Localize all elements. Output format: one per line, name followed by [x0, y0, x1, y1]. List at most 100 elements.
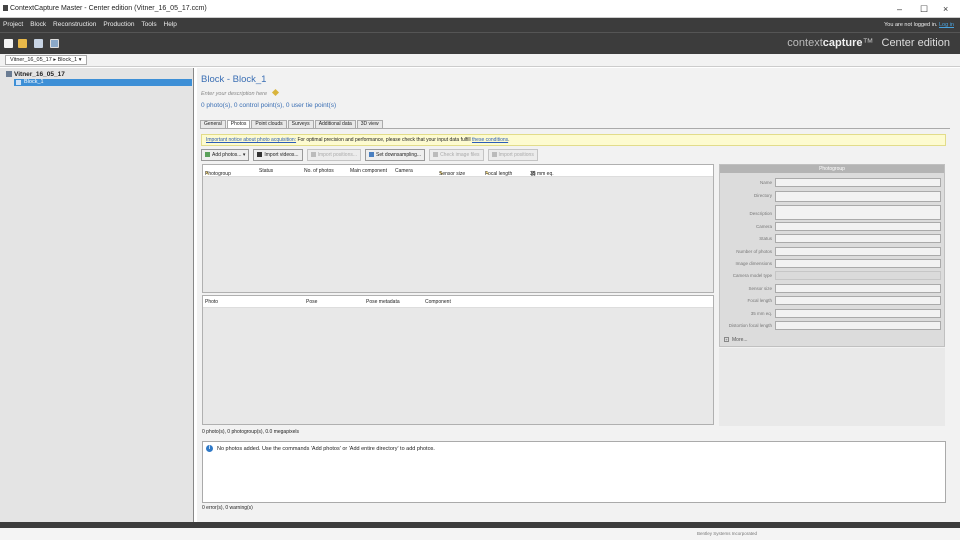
conditions-link[interactable]: these conditions	[472, 137, 508, 143]
distortion-focal-length-field[interactable]	[775, 321, 941, 330]
warning-prefix: Important notice about photo acquisition…	[206, 137, 297, 143]
name-field[interactable]	[775, 178, 941, 187]
tab-bar: General Photos Point clouds Surveys Addition…	[200, 120, 384, 129]
menu-production[interactable]: Production	[103, 18, 134, 32]
menu-block[interactable]: Block	[30, 18, 46, 32]
column-camera[interactable]: Camera	[395, 168, 413, 174]
photos-summary: 0 photo(s), 0 photogroup(s), 0.0 megapix…	[202, 429, 299, 435]
tab-additional-data[interactable]: Additional data	[314, 120, 356, 128]
tab-point-clouds[interactable]: Point clouds	[251, 120, 287, 128]
camera-model-type-select[interactable]	[775, 271, 941, 280]
image-dimensions-field[interactable]	[775, 259, 941, 268]
more-toggle[interactable]: + More...	[724, 337, 748, 343]
video-icon	[257, 152, 263, 157]
field-label-focal-length: Focal length	[747, 298, 772, 303]
brand-bold: capture	[822, 37, 863, 49]
set-downsampling-label: Set downsampling...	[376, 152, 422, 158]
photos-table[interactable]: Photo Pose Pose metadata Component	[202, 295, 714, 425]
title-bar: ContextCapture Master - Center edition (…	[0, 0, 960, 18]
maximize-icon[interactable]: ☐	[920, 4, 928, 15]
menu-reconstruction[interactable]: Reconstruction	[53, 18, 96, 32]
directory-field[interactable]	[775, 191, 941, 202]
login-link[interactable]: Log in	[939, 22, 954, 28]
35mm-eq-field[interactable]	[775, 309, 941, 318]
minimize-icon[interactable]: –	[897, 4, 902, 14]
tab-divider	[200, 128, 950, 129]
info-message: No photos added. Use the commands 'Add p…	[217, 446, 435, 452]
photogroups-table[interactable]: ✎ Photogroup Status No. of photos Main co…	[202, 164, 714, 293]
menu-help[interactable]: Help	[164, 18, 177, 32]
add-photos-dropdown-icon[interactable]: ▾	[243, 152, 246, 158]
focal-length-field[interactable]	[775, 296, 941, 305]
warning-banner: Important notice about photo acquisition…	[201, 134, 946, 146]
field-label-name: Name	[759, 180, 772, 185]
login-status-text: You are not logged in.	[884, 22, 938, 28]
add-photos-icon	[205, 152, 210, 157]
camera-field[interactable]	[775, 222, 941, 231]
edit-icon[interactable]	[271, 88, 279, 97]
downsampling-icon	[369, 152, 375, 157]
tab-3d-view[interactable]: 3D view	[356, 120, 383, 128]
field-label-number-of-photos: Number of photos	[736, 249, 772, 254]
number-of-photos-field[interactable]	[775, 247, 941, 256]
menu-tools[interactable]: Tools	[141, 18, 156, 32]
import-positions-secondary-button[interactable]: Import positions	[487, 149, 538, 161]
breadcrumb[interactable]: Vitner_16_05_17 ▸ Block_1 ▾	[5, 55, 87, 65]
photogroup-panel-title: Photogroup	[720, 165, 944, 173]
import-videos-button[interactable]: Import videos...	[253, 149, 303, 161]
block-description-text[interactable]: Enter your description here	[201, 91, 267, 97]
check-image-files-button[interactable]: Check image files	[429, 149, 484, 161]
tab-surveys[interactable]: Surveys	[287, 120, 314, 128]
breadcrumb-bar: Vitner_16_05_17 ▸ Block_1 ▾	[0, 54, 960, 67]
column-pose[interactable]: Pose	[306, 299, 317, 305]
field-label-image-dimensions: Image dimensions	[735, 261, 772, 266]
photos-table-header: Photo Pose Pose metadata Component	[203, 296, 713, 308]
column-no-of-photos[interactable]: No. of photos	[304, 168, 334, 174]
import-positions-secondary-label: Import positions	[498, 152, 534, 158]
import-icon	[491, 152, 497, 157]
block-description[interactable]: Enter your description here	[201, 88, 279, 97]
import-positions-label: Import positions...	[317, 152, 358, 158]
save-project-icon[interactable]	[34, 39, 43, 48]
menu-project[interactable]: Project	[3, 18, 23, 32]
open-project-icon[interactable]	[18, 39, 27, 48]
positions-icon	[310, 152, 316, 157]
breadcrumb-block[interactable]: Block_1	[58, 57, 78, 63]
check-image-files-label: Check image files	[440, 152, 480, 158]
block-main-panel: Block - Block_1 Enter your description h…	[197, 68, 960, 522]
brand-tm: ™	[862, 37, 874, 49]
column-photo[interactable]: Photo	[205, 299, 218, 305]
tab-general[interactable]: General	[200, 120, 226, 128]
add-photos-button[interactable]: Add photos... ▾	[201, 149, 250, 161]
photogroup-properties-panel: Photogroup Name Directory Description Ca…	[719, 164, 945, 347]
sensor-size-field[interactable]	[775, 284, 941, 293]
chevron-down-icon[interactable]: ▾	[79, 57, 82, 63]
column-pose-metadata[interactable]: Pose metadata	[366, 299, 400, 305]
tree-project-label: Vitner_16_05_17	[14, 71, 65, 78]
project-icon	[6, 71, 12, 77]
expand-icon[interactable]: +	[724, 337, 729, 342]
description-field[interactable]	[775, 205, 941, 220]
column-status[interactable]: Status	[259, 168, 273, 174]
set-downsampling-button[interactable]: Set downsampling...	[365, 149, 426, 161]
add-photos-label: Add photos...	[212, 152, 242, 158]
breadcrumb-separator: ▸	[53, 57, 57, 63]
login-status: You are not logged in. Log in	[884, 18, 954, 32]
footer-text: Bentley Systems Incorporated	[697, 531, 758, 536]
new-project-icon[interactable]	[4, 39, 13, 48]
close-icon[interactable]: ×	[943, 4, 948, 14]
import-positions-button[interactable]: Import positions...	[306, 149, 362, 161]
photos-toolbar: Add photos... ▾ Import videos... Import po…	[201, 149, 542, 161]
page-title: Block - Block_1	[201, 74, 267, 85]
tree-item-project[interactable]: Vitner_16_05_17	[6, 71, 65, 78]
more-label: More...	[732, 337, 748, 343]
breadcrumb-project[interactable]: Vitner_16_05_17	[10, 57, 52, 63]
status-field[interactable]	[775, 234, 941, 243]
error-count: 0 error(s), 0 warning(s)	[202, 505, 253, 511]
settings-icon[interactable]	[50, 39, 59, 48]
tree-item-block[interactable]: Block_1	[14, 79, 192, 86]
column-main-component[interactable]: Main component	[350, 168, 387, 174]
project-tree-pane: Vitner_16_05_17 Block_1	[0, 68, 194, 522]
column-component[interactable]: Component	[425, 299, 451, 305]
field-label-directory: Directory	[753, 193, 772, 198]
